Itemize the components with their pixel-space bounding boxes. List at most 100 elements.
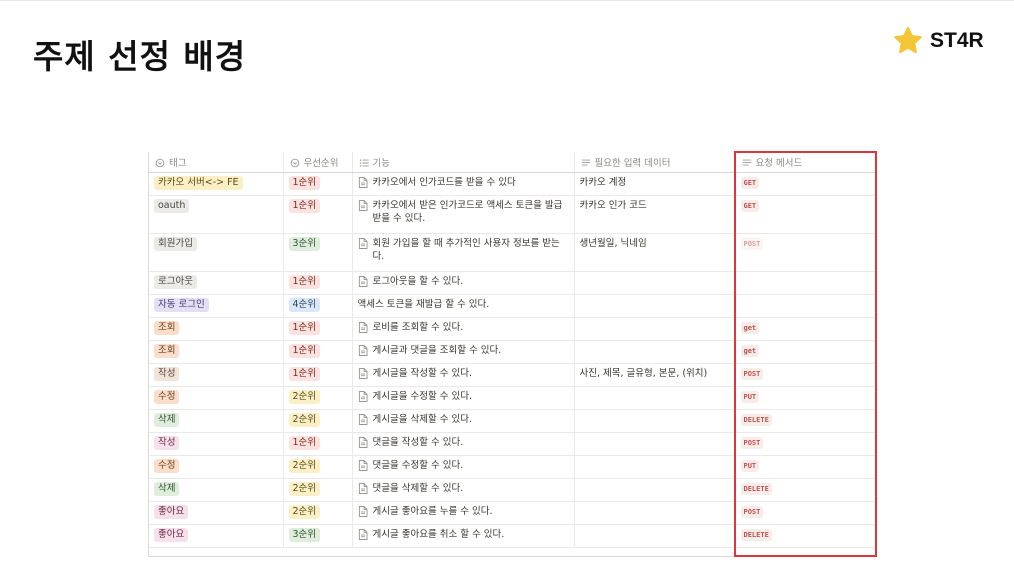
cell-priority[interactable]: 2순위 — [283, 409, 353, 433]
table-row[interactable]: 조회 1순위 로비를 조회할 수 있다. get — [149, 317, 877, 341]
cell-function[interactable]: 게시글을 작성할 수 있다. — [352, 363, 575, 387]
cell-input[interactable]: 카카오 계정 — [574, 172, 736, 196]
cell-function[interactable]: 게시글 좋아요를 취소 할 수 있다. — [352, 524, 575, 548]
cell-method[interactable]: POST — [735, 432, 877, 456]
cell-priority[interactable]: 1순위 — [283, 172, 353, 196]
cell-priority[interactable]: 3순위 — [283, 233, 353, 272]
cell-tag[interactable]: 카카오 서버<-> FE — [149, 172, 284, 196]
cell-method[interactable]: get — [735, 317, 877, 341]
cell-function[interactable]: 댓글을 수정할 수 있다. — [352, 455, 575, 479]
cell-function[interactable]: 게시글 좋아요를 누를 수 있다. — [352, 501, 575, 525]
cell-function[interactable]: 카카오에서 받은 인가코드로 액세스 토큰을 발급 받을 수 있다. — [352, 195, 575, 234]
table-row[interactable]: oauth 1순위 카카오에서 받은 인가코드로 액세스 토큰을 발급 받을 수 있… — [149, 195, 877, 234]
cell-function[interactable]: 로그아웃을 할 수 있다. — [352, 271, 575, 295]
header-method[interactable]: 요청 메서드 — [735, 152, 877, 173]
table-row[interactable]: 회원가입 3순위 회원 가입을 할 때 추가적인 사용자 정보를 받는다. 생년월일,… — [149, 233, 877, 272]
table-row[interactable]: 수정 2순위 댓글을 수정할 수 있다. PUT — [149, 455, 877, 479]
cell-tag[interactable]: 삭제 — [149, 478, 284, 502]
cell-tag[interactable]: 조회 — [149, 317, 284, 341]
table-row[interactable]: 로그아웃 1순위 로그아웃을 할 수 있다. — [149, 271, 877, 295]
cell-priority[interactable]: 1순위 — [283, 317, 353, 341]
header-priority[interactable]: 우선순위 — [283, 152, 353, 173]
cell-method[interactable]: PUT — [735, 455, 877, 479]
cell-input[interactable]: 카카오 인가 코드 — [574, 195, 736, 234]
cell-tag[interactable]: 수정 — [149, 386, 284, 410]
header-tag[interactable]: 태그 — [149, 152, 284, 173]
table-row[interactable]: 좋아요 3순위 게시글 좋아요를 취소 할 수 있다. DELETE — [149, 524, 877, 548]
table-row[interactable]: 삭제 2순위 댓글을 삭제할 수 있다. DELETE — [149, 478, 877, 502]
cell-tag[interactable]: 좋아요 — [149, 524, 284, 548]
cell-input[interactable]: 사진, 제목, 글유형, 본문, (위치) — [574, 363, 736, 387]
cell-priority[interactable]: 1순위 — [283, 340, 353, 364]
cell-input[interactable] — [574, 340, 736, 364]
cell-priority[interactable]: 1순위 — [283, 363, 353, 387]
cell-tag[interactable]: 좋아요 — [149, 501, 284, 525]
cell-priority[interactable]: 2순위 — [283, 478, 353, 502]
cell-input[interactable]: 생년월일, 닉네임 — [574, 233, 736, 272]
cell-input[interactable] — [574, 409, 736, 433]
cell-function[interactable]: 게시글을 삭제할 수 있다. — [352, 409, 575, 433]
cell-tag[interactable]: 자동 로그인 — [149, 294, 284, 318]
cell-function[interactable]: 카카오에서 인가코드를 받을 수 있다 — [352, 172, 575, 196]
header-function[interactable]: 기능 — [352, 152, 575, 173]
cell-input[interactable] — [574, 317, 736, 341]
cell-input[interactable] — [574, 271, 736, 295]
cell-function[interactable]: 액세스 토큰을 재발급 할 수 있다. — [352, 294, 575, 318]
cell-tag[interactable]: 로그아웃 — [149, 271, 284, 295]
cell-method[interactable]: POST — [735, 363, 877, 387]
cell-tag[interactable]: 작성 — [149, 432, 284, 456]
cell-tag[interactable]: 작성 — [149, 363, 284, 387]
table-row[interactable]: 수정 2순위 게시글을 수정할 수 있다. PUT — [149, 386, 877, 410]
cell-method[interactable] — [735, 294, 877, 318]
cell-priority[interactable]: 2순위 — [283, 386, 353, 410]
cell-priority[interactable]: 2순위 — [283, 501, 353, 525]
cell-priority[interactable]: 1순위 — [283, 195, 353, 234]
cell-priority[interactable]: 3순위 — [283, 524, 353, 548]
cell-function[interactable]: 회원 가입을 할 때 추가적인 사용자 정보를 받는다. — [352, 233, 575, 272]
cell-function[interactable]: 게시글과 댓글을 조회할 수 있다. — [352, 340, 575, 364]
tag-badge: 카카오 서버<-> FE — [154, 176, 243, 190]
cell-input[interactable] — [574, 294, 736, 318]
cell-priority[interactable]: 1순위 — [283, 271, 353, 295]
cell-input[interactable] — [574, 478, 736, 502]
table-row[interactable]: 작성 1순위 댓글을 작성할 수 있다. POST — [149, 432, 877, 456]
header-priority-label: 우선순위 — [303, 158, 339, 169]
cell-method[interactable]: GET — [735, 172, 877, 196]
cell-priority[interactable]: 2순위 — [283, 455, 353, 479]
cell-priority[interactable]: 1순위 — [283, 432, 353, 456]
cell-function[interactable]: 댓글을 삭제할 수 있다. — [352, 478, 575, 502]
cell-input[interactable] — [574, 432, 736, 456]
function-text: 댓글을 작성할 수 있다. — [372, 437, 464, 448]
cell-input[interactable] — [574, 524, 736, 548]
cell-tag[interactable]: 수정 — [149, 455, 284, 479]
table-row[interactable]: 자동 로그인 4순위 액세스 토큰을 재발급 할 수 있다. — [149, 294, 877, 318]
cell-function[interactable]: 댓글을 작성할 수 있다. — [352, 432, 575, 456]
cell-tag[interactable]: 조회 — [149, 340, 284, 364]
cell-method[interactable]: get — [735, 340, 877, 364]
table-row[interactable]: 좋아요 2순위 게시글 좋아요를 누를 수 있다. POST — [149, 501, 877, 525]
cell-function[interactable]: 로비를 조회할 수 있다. — [352, 317, 575, 341]
star-icon — [894, 26, 922, 54]
cell-input[interactable] — [574, 501, 736, 525]
cell-method[interactable]: PUT — [735, 386, 877, 410]
table-row[interactable]: 삭제 2순위 게시글을 삭제할 수 있다. DELETE — [149, 409, 877, 433]
cell-method[interactable]: DELETE — [735, 478, 877, 502]
cell-tag[interactable]: oauth — [149, 195, 284, 234]
header-input[interactable]: 필요한 입력 데이터 — [574, 152, 736, 173]
cell-method[interactable]: DELETE — [735, 524, 877, 548]
cell-priority[interactable]: 4순위 — [283, 294, 353, 318]
table-row[interactable]: 조회 1순위 게시글과 댓글을 조회할 수 있다. get — [149, 340, 877, 364]
table-row[interactable]: 작성 1순위 게시글을 작성할 수 있다. 사진, 제목, 글유형, 본문, (위치)… — [149, 363, 877, 387]
cell-tag[interactable]: 삭제 — [149, 409, 284, 433]
cell-input[interactable] — [574, 455, 736, 479]
cell-method[interactable]: GET — [735, 195, 877, 234]
cell-method[interactable]: POST — [735, 501, 877, 525]
cell-method[interactable]: DELETE — [735, 409, 877, 433]
cell-tag[interactable]: 회원가입 — [149, 233, 284, 272]
cell-method[interactable] — [735, 271, 877, 295]
cell-method[interactable]: POST — [735, 233, 877, 272]
table-row[interactable]: 카카오 서버<-> FE 1순위 카카오에서 인가코드를 받을 수 있다 카카오 계정… — [149, 172, 877, 196]
cell-input[interactable] — [574, 386, 736, 410]
cell-function[interactable]: 게시글을 수정할 수 있다. — [352, 386, 575, 410]
priority-badge: 2순위 — [288, 459, 321, 473]
